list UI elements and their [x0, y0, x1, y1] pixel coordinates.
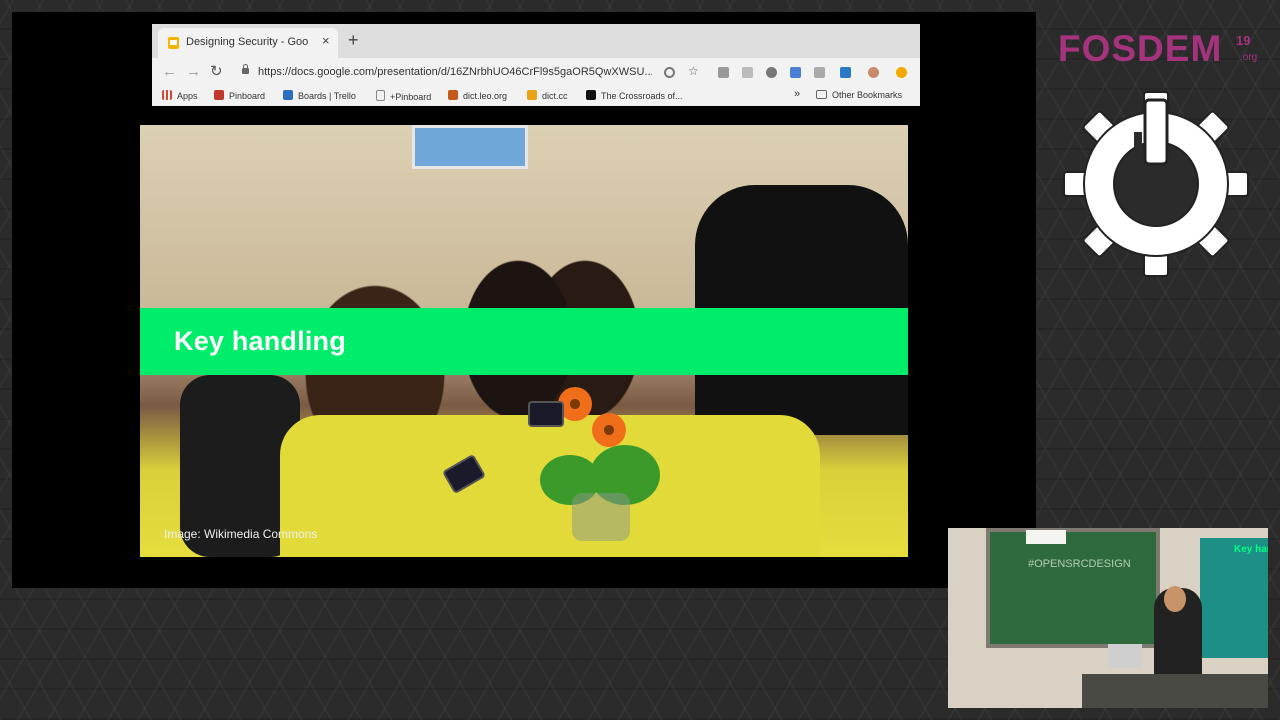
fosdem-logo-text: FOSDEM [1058, 28, 1223, 69]
photo-phone [528, 401, 564, 427]
fosdem-year: 19 [1236, 33, 1251, 48]
extension-icon[interactable] [766, 67, 777, 78]
bookmark-apps[interactable]: Apps [162, 90, 198, 101]
slide-canvas: Key handling Image: Wikimedia Commons [140, 125, 908, 557]
back-button[interactable]: ← [162, 64, 177, 80]
camera-laptop [1108, 644, 1142, 668]
camera-desk [1082, 674, 1268, 708]
pinboard-icon [214, 90, 224, 100]
reload-button[interactable]: ↻ [210, 64, 223, 80]
apps-grid-icon [162, 90, 172, 100]
address-bar[interactable]: https://docs.google.com/presentation/d/1… [238, 62, 678, 84]
fosdem-gear-icon [1063, 91, 1249, 277]
camera-board-text: #OPENSRCDESIGN [1028, 558, 1131, 570]
dictcc-icon [527, 90, 537, 100]
bookmark-crossroads[interactable]: The Crossroads of... [586, 90, 683, 101]
bookmark-pinboard[interactable]: Pinboard [214, 90, 265, 101]
lock-icon [242, 64, 249, 74]
camera-screen-text: Key han [1234, 544, 1268, 555]
slides-icon [168, 37, 179, 49]
tab-designing-security[interactable]: Designing Security - Google S × [158, 28, 338, 58]
extension-icon[interactable] [814, 67, 825, 78]
bookmark-dict-leo[interactable]: dict.leo.org [448, 90, 507, 101]
bookmark-other[interactable]: Other Bookmarks [816, 90, 902, 100]
camera-projection-screen [1200, 538, 1268, 658]
trello-icon [283, 90, 293, 100]
photo-window [412, 125, 528, 169]
bookmark-trello[interactable]: Boards | Trello [283, 90, 356, 101]
tab-strip: Designing Security - Google S × + [152, 24, 920, 58]
search-icon[interactable] [664, 67, 675, 78]
slide-heading: Key handling [174, 326, 346, 356]
url-text: https://docs.google.com/presentation/d/1… [258, 66, 652, 78]
new-tab-button[interactable]: + [348, 30, 359, 50]
more-bookmarks-button[interactable]: » [794, 88, 800, 100]
extension-icon[interactable] [742, 67, 753, 78]
medium-icon [586, 90, 596, 100]
camera-paper-note [1026, 530, 1066, 544]
star-icon[interactable]: ☆ [688, 64, 699, 78]
image-credit: Image: Wikimedia Commons [164, 527, 318, 541]
browser-toolbar: ← → ↻ https://docs.google.com/presentati… [152, 58, 920, 88]
camera-blackboard [986, 528, 1160, 648]
browser-window: Designing Security - Google S × + ← → ↻ … [152, 24, 920, 106]
camera-speaker-head [1164, 586, 1186, 612]
fosdem-domain: .org [1240, 52, 1258, 63]
leo-icon [448, 90, 458, 100]
translate-icon[interactable] [790, 67, 801, 78]
extension-icon[interactable] [718, 67, 729, 78]
forward-button[interactable]: → [186, 64, 201, 80]
update-icon[interactable] [896, 67, 907, 78]
photo-flower [592, 413, 626, 447]
close-icon[interactable]: × [322, 33, 330, 48]
photo-vase [572, 493, 630, 541]
bookmarks-bar: Apps Pinboard Boards | Trello +Pinboard … [152, 88, 920, 106]
extension-icon[interactable] [840, 67, 851, 78]
profile-avatar[interactable] [868, 67, 879, 78]
bookmark-dict-cc[interactable]: dict.cc [527, 90, 568, 101]
folder-icon [816, 90, 827, 99]
tab-title: Designing Security - Google S [186, 36, 308, 48]
bookmark-plus-pinboard[interactable]: +Pinboard [376, 90, 431, 102]
speaker-camera-inset: #OPENSRCDESIGN Key han [948, 528, 1268, 708]
page-icon [376, 90, 385, 101]
slide-heading-banner: Key handling [140, 308, 908, 375]
